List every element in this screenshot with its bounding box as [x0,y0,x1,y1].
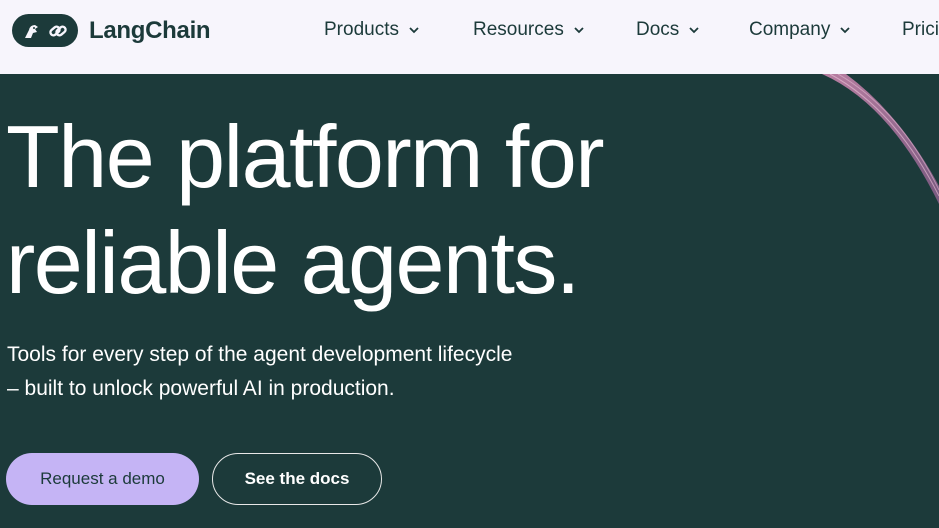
chevron-down-icon [689,27,699,34]
nav-pricing-label: Prici [902,19,939,40]
see-docs-button[interactable]: See the docs [212,453,382,505]
decorative-arc [822,74,939,204]
hero-subtitle-line-1: Tools for every step of the agent develo… [7,343,513,366]
chevron-down-icon [840,27,850,34]
nav-company[interactable]: Company [749,19,852,41]
nav-resources[interactable]: Resources [473,19,586,41]
hero-title-line-2: reliable agents. [6,213,580,312]
hero-subtitle-line-2: – built to unlock powerful AI in product… [7,377,395,400]
top-navigation: LangChain Products Resources Docs Compan… [0,0,939,74]
logo[interactable]: LangChain [12,14,211,47]
request-demo-button[interactable]: Request a demo [6,453,199,505]
nav-resources-label: Resources [473,19,564,40]
parrot-link-icon [12,14,78,47]
hero-subtitle: Tools for every step of the agent develo… [7,338,607,406]
brand-name: LangChain [89,16,211,44]
chevron-down-icon [574,27,584,34]
hero-title-line-1: The platform for [6,107,605,206]
nav-products[interactable]: Products [324,19,421,41]
nav-pricing[interactable]: Prici [902,19,939,41]
nav-company-label: Company [749,19,831,40]
nav-docs-label: Docs [636,19,680,40]
nav-docs[interactable]: Docs [636,19,701,41]
nav-products-label: Products [324,19,399,40]
chevron-down-icon [409,27,419,34]
hero-title: The platform for reliable agents. [6,104,766,316]
